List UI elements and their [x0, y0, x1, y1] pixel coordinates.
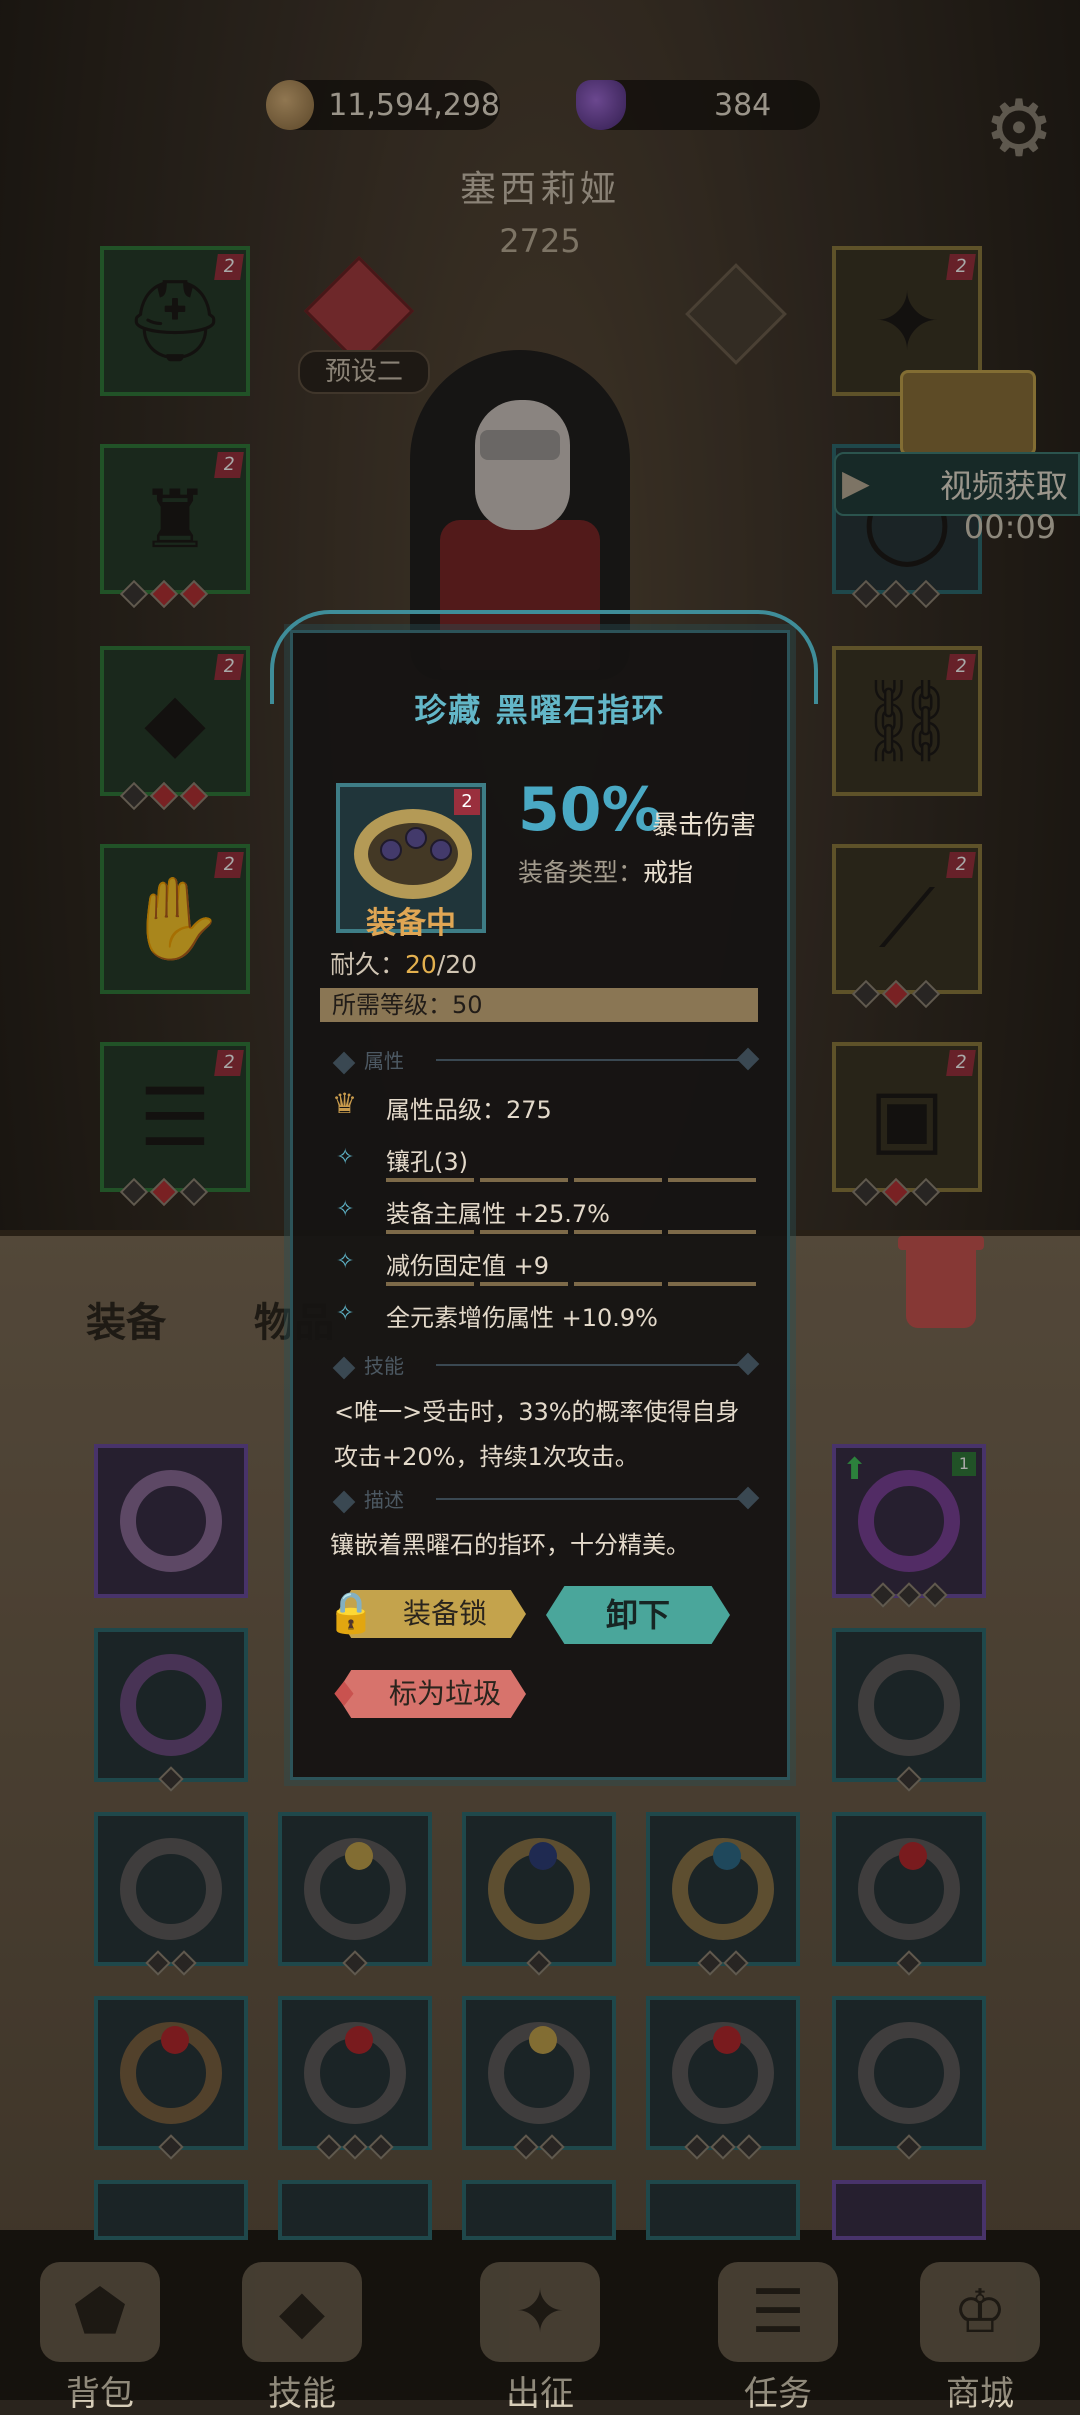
obsidian-ring-icon: [354, 809, 472, 899]
diamond-icon: ✧: [336, 1301, 355, 1326]
junk-icon: ♦: [328, 1675, 360, 1715]
required-level: 所需等级：50: [320, 988, 758, 1022]
attribute-text: 装备主属性 +25.7%: [386, 1200, 610, 1228]
section-description-label: 描述: [364, 1488, 404, 1512]
durability-label: 耐久：: [330, 950, 406, 979]
section-description: 描述: [332, 1484, 760, 1514]
equipped-label: 装备中: [366, 906, 456, 941]
section-skill: 技能: [332, 1350, 760, 1380]
gem-dot: [380, 839, 402, 861]
item-level-badge: 2: [454, 789, 480, 815]
diamond-icon: ✧: [336, 1145, 355, 1170]
attribute-row: ✧ 镶孔(3): [336, 1140, 756, 1182]
skill-line: <唯一>受击时，33%的概率使得自身: [334, 1398, 740, 1426]
durability-max: /20: [436, 950, 478, 979]
attribute-row: ✧ 装备主属性 +25.7%: [336, 1192, 756, 1234]
section-attributes-label: 属性: [364, 1049, 404, 1073]
lock-icon: 🔒: [326, 1590, 376, 1636]
attribute-text: 全元素增伤属性 +10.9%: [386, 1304, 658, 1332]
diamond-icon: ✧: [336, 1197, 355, 1222]
item-type: 装备类型：戒指: [518, 853, 693, 889]
gem-dot: [405, 827, 427, 849]
item-type-label: 装备类型：: [518, 858, 644, 887]
attribute-row: ✧ 减伤固定值 +9: [336, 1244, 756, 1286]
item-type-value: 戒指: [643, 858, 694, 887]
unequip-button[interactable]: 卸下: [546, 1586, 730, 1644]
attribute-grade-text: 属性品级：275: [386, 1096, 552, 1124]
skill-description: <唯一>受击时，33%的概率使得自身 攻击+20%，持续1次攻击。: [334, 1390, 774, 1480]
main-stat-label: 暴击伤害: [652, 811, 757, 841]
attribute-text: 减伤固定值 +9: [386, 1252, 550, 1280]
durability: 耐久：20/20: [330, 945, 477, 981]
main-stat-value: 50%: [518, 775, 662, 845]
gem-dot: [430, 839, 452, 861]
attribute-row: ✧ 全元素增伤属性 +10.9%: [336, 1296, 756, 1338]
section-skill-label: 技能: [364, 1354, 404, 1378]
skill-line: 攻击+20%，持续1次攻击。: [334, 1443, 639, 1471]
item-title: 珍藏 黑曜石指环: [414, 691, 666, 729]
durability-current: 20: [405, 950, 437, 979]
attribute-grade: 属性品级：275: [336, 1088, 756, 1130]
item-description: 镶嵌着黑曜石的指环，十分精美。: [330, 1531, 690, 1559]
diamond-icon: ✧: [336, 1249, 355, 1274]
attribute-text: 镶孔(3): [386, 1148, 468, 1176]
section-attributes: 属性: [332, 1045, 760, 1075]
